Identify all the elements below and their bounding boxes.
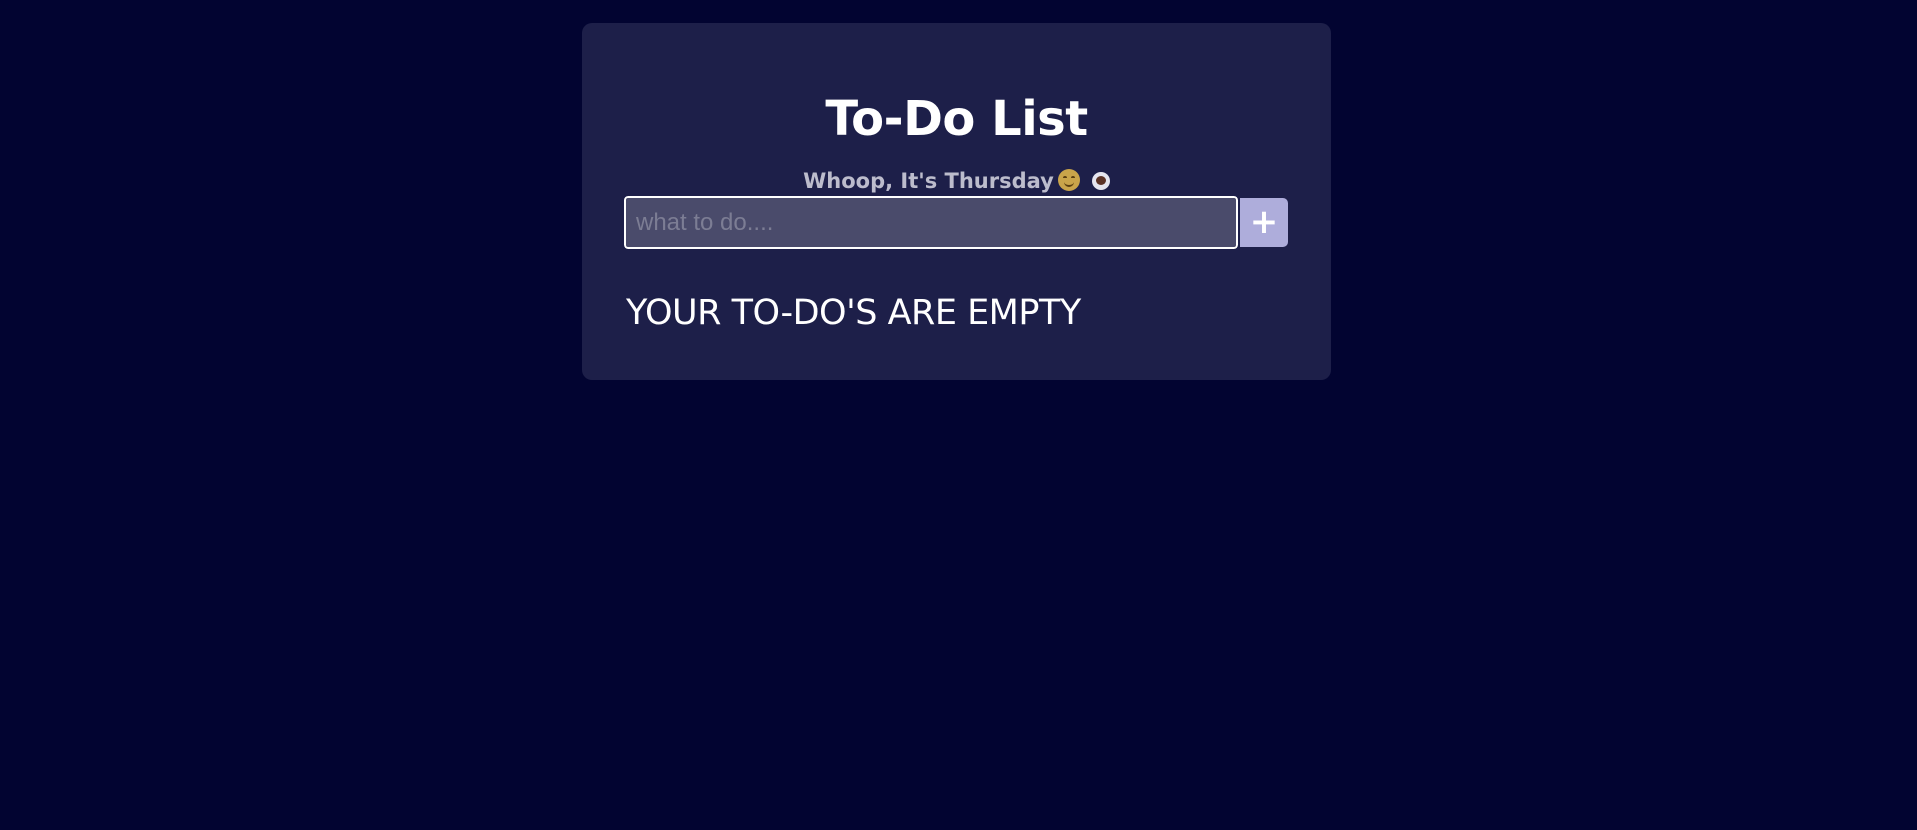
day-greeting: Whoop, It's Thursday: [582, 169, 1331, 192]
day-greeting-text: Whoop, It's Thursday: [803, 169, 1054, 193]
add-todo-button[interactable]: +: [1240, 198, 1288, 247]
smiling-face-icon: [1057, 169, 1080, 191]
todo-card: To-Do List Whoop, It's Thursday + YOUR T…: [582, 23, 1331, 380]
coffee-icon: [1091, 172, 1110, 190]
empty-list-message: YOUR TO-DO'S ARE EMPTY: [626, 293, 1081, 333]
page-title: To-Do List: [825, 91, 1088, 147]
todo-input[interactable]: [623, 195, 1239, 250]
